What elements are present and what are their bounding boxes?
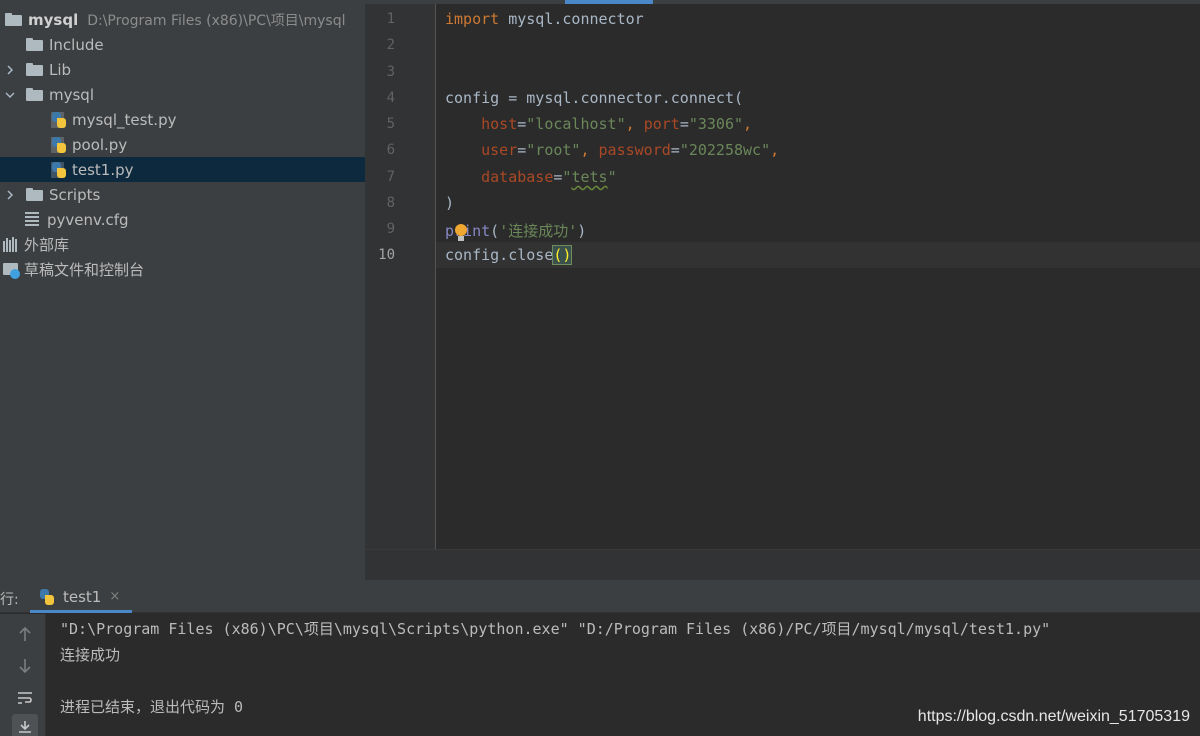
line-number: 2 [386,37,395,53]
code-editor[interactable]: 1 2 3 4 5 6 7 8 9 10 import mysql.connec… [365,0,1200,580]
tree-item-scratches[interactable]: 草稿文件和控制台 [0,257,365,282]
code-line-4: config = mysql.connector.connect( [445,89,744,107]
tree-item-label: 草稿文件和控制台 [24,261,145,279]
tree-item-mysql[interactable]: mysql [0,82,365,107]
tree-item-label: 外部库 [24,236,70,254]
editor-scroll-area [365,549,1200,580]
line-number: 1 [386,11,395,27]
run-tab-test1[interactable]: test1 × [30,580,132,613]
tree-item-lib[interactable]: Lib [0,57,365,82]
code-line-1: import mysql.connector [445,10,644,28]
scratch-icon [3,262,21,279]
line-number: 7 [386,169,395,185]
folder-icon [26,38,43,51]
tree-item-mysql-test[interactable]: mysql_test.py [0,107,365,132]
line-number: 6 [386,142,395,158]
code-line-10: config.close() [445,245,573,265]
tree-item-label: Scripts [49,185,101,204]
line-number: 5 [386,116,395,132]
tree-item-label: test1.py [72,160,134,179]
tree-item-label: Lib [49,60,72,79]
run-panel-header: 行: test1 × [0,580,1200,613]
code-line-7: database="tets" [481,168,617,186]
line-number: 8 [386,195,395,211]
line-number-gutter: 1 2 3 4 5 6 7 8 9 10 [365,4,435,549]
config-file-icon [25,211,39,228]
console-output-line: 连接成功 [60,646,121,664]
folder-icon [5,13,22,26]
tree-item-external-libraries[interactable]: 外部库 [0,232,365,257]
watermark: https://blog.csdn.net/weixin_51705319 [917,708,1190,725]
close-icon[interactable]: × [109,589,120,604]
python-file-icon [51,111,67,128]
tree-item-label: Include [49,35,104,54]
chevron-right-icon[interactable] [2,62,18,78]
python-file-icon [51,161,67,178]
run-toolbar [0,614,46,736]
arrow-up-icon[interactable] [12,621,38,647]
python-file-icon [51,136,67,153]
project-path: D:\Program Files (x86)\PC\项目\mysql [87,12,346,29]
line-number: 9 [386,221,395,237]
tree-item-label: mysql [49,85,94,104]
lightbulb-icon[interactable] [454,224,468,242]
tree-item-pyvenv[interactable]: pyvenv.cfg [0,207,365,232]
tree-item-scripts[interactable]: Scripts [0,182,365,207]
tree-item-label: pool.py [72,135,128,154]
line-number: 4 [386,90,395,106]
project-name: mysql [28,10,79,29]
project-tree: mysql D:\Program Files (x86)\PC\项目\mysql… [0,0,365,580]
folder-icon [26,188,43,201]
scroll-to-end-icon[interactable] [12,714,38,736]
chevron-right-icon[interactable] [2,187,18,203]
console-exit-line: 进程已结束，退出代码为 0 [60,698,244,716]
run-tab-label: test1 [63,587,102,606]
tree-root[interactable]: mysql D:\Program Files (x86)\PC\项目\mysql [0,7,365,32]
code-line-6: user="root", password="202258wc", [481,141,780,159]
tree-item-test1[interactable]: test1.py [0,157,365,182]
python-file-icon [39,588,55,605]
code-line-8: ) [445,194,455,212]
run-label: 行: [0,592,19,608]
tree-item-label: pyvenv.cfg [47,210,129,229]
console-command-line: "D:\Program Files (x86)\PC\项目\mysql\Scri… [60,620,1051,638]
tree-item-label: mysql_test.py [72,110,177,129]
folder-icon [26,63,43,76]
chevron-down-icon[interactable] [2,87,18,103]
run-panel: 行: test1 × "D:\Program Files (x86)\PC\项目… [0,580,1200,736]
library-icon [3,237,21,252]
arrow-down-icon[interactable] [12,653,38,679]
tree-item-include[interactable]: Include [0,32,365,57]
line-number-current: 10 [378,247,395,263]
code-line-5: host="localhost", port="3306", [481,115,753,133]
tree-item-pool[interactable]: pool.py [0,132,365,157]
typo-warning: tets [571,168,608,186]
soft-wrap-icon[interactable] [12,685,38,711]
line-number: 3 [386,64,395,80]
matched-brace: () [552,245,573,265]
active-tab-indicator [565,0,653,4]
folder-icon [26,88,43,101]
